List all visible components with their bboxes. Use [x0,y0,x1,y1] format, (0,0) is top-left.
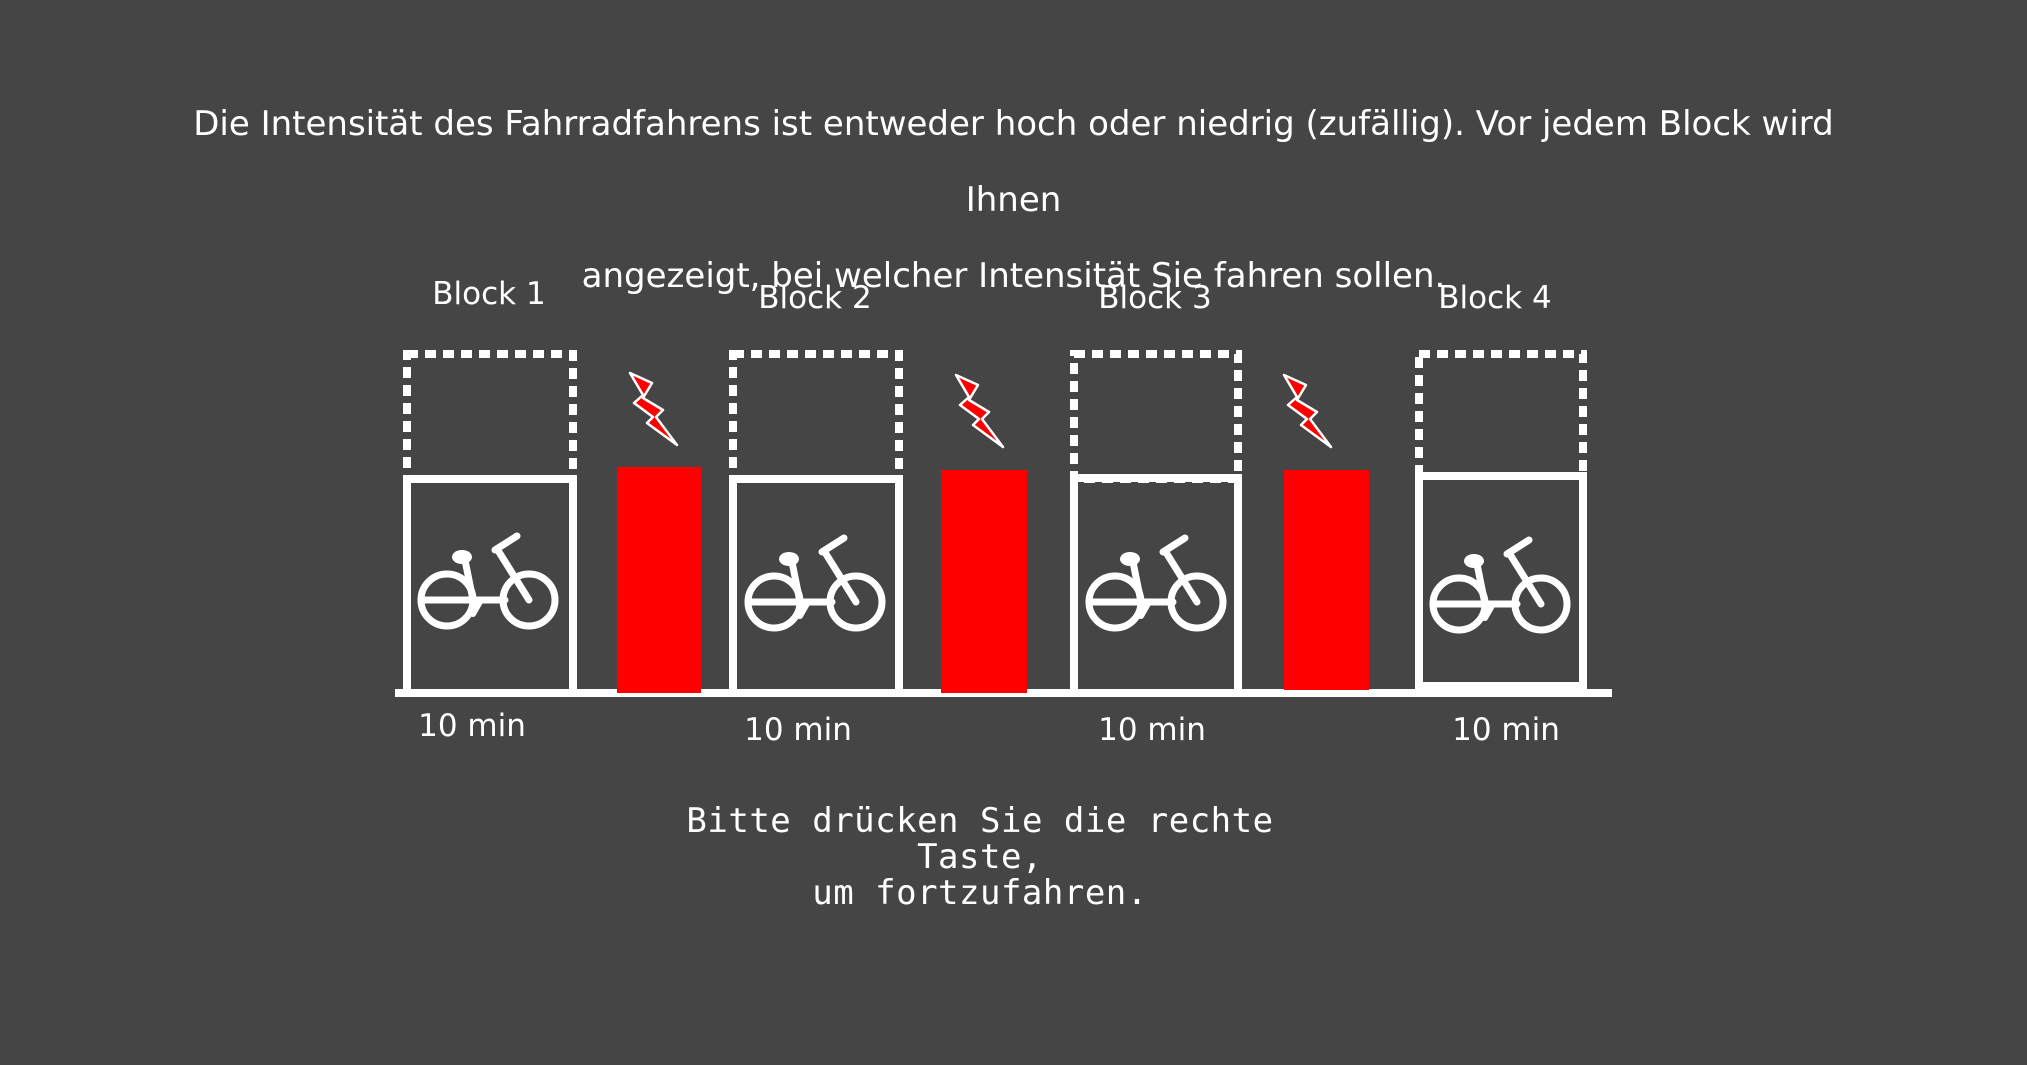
block-3-duration: 10 min [1098,712,1206,748]
block-4: Block 4 10 min [1415,280,1587,748]
block-1-bicycle-icon [421,536,555,626]
block-3: Block 3 10 min [1070,280,1242,748]
break-3 [1282,373,1369,690]
break-2-bar [941,470,1027,693]
break-3-bar [1284,470,1369,690]
break-1-bar [617,467,701,693]
block-2-bicycle-icon [748,538,882,628]
continue-line-2: um fortzufahren. [812,873,1148,913]
continue-prompt: Bitte drücken Sie die rechte Taste, um f… [660,803,1300,911]
block-2-duration: 10 min [744,712,852,748]
block-3-bicycle-icon [1089,538,1223,628]
block-4-max-intensity-outline [1415,350,1587,480]
block-1-duration: 10 min [418,708,526,744]
block-4-bicycle-icon [1433,540,1567,630]
block-3-max-intensity-outline [1070,350,1242,483]
block-4-duration: 10 min [1452,712,1560,748]
block-2-max-intensity-outline [729,350,903,483]
block-1: Block 1 10 min [403,276,577,744]
break-2 [941,373,1027,693]
block-1-max-intensity-outline [403,350,577,483]
block-2: Block 2 10 min [729,280,903,748]
break-2-lightning-icon [954,373,1005,449]
block-4-label: Block 4 [1438,280,1551,316]
block-2-label: Block 2 [758,280,871,316]
block-3-label: Block 3 [1098,280,1211,316]
continue-line-1: Bitte drücken Sie die rechte Taste, [686,801,1274,877]
break-1-lightning-icon [628,371,679,447]
break-1 [617,371,701,693]
break-3-lightning-icon [1282,373,1333,449]
block-1-label: Block 1 [432,276,545,312]
